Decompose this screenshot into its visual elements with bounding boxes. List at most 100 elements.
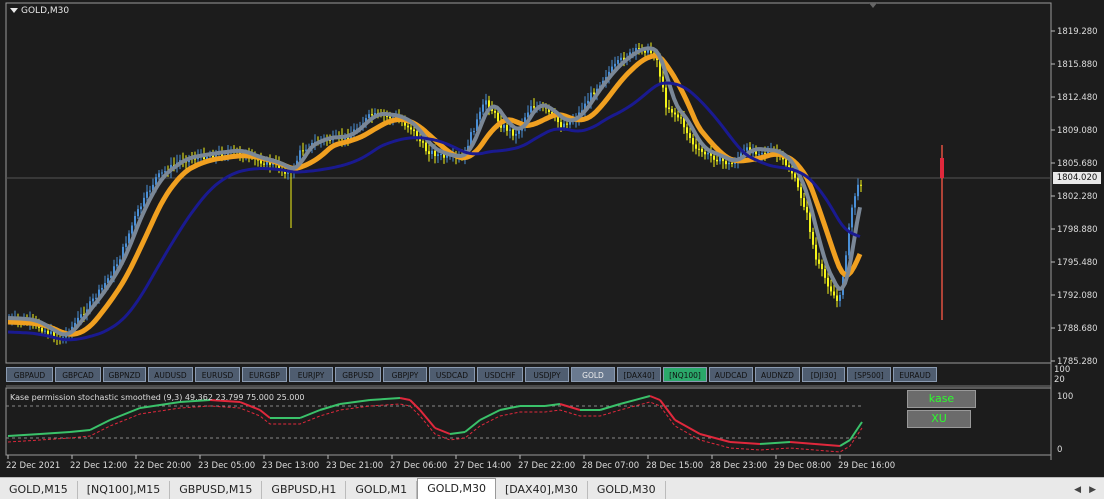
time-tick-label: 23 Dec 13:00 (262, 461, 319, 471)
candle-body (497, 112, 499, 122)
candle-body (821, 263, 823, 270)
symbol-button-gbpcad[interactable]: GBPCAD (55, 367, 101, 382)
symbol-button-gbpusd[interactable]: GBPUSD (335, 367, 381, 382)
symbol-button-euraud[interactable]: EURAUD (893, 367, 937, 382)
divider-label-20: 20 (1054, 375, 1065, 385)
candle-body (704, 151, 706, 155)
candle-body (425, 142, 427, 152)
symbol-button-nq100[interactable]: [NQ100] (663, 367, 707, 382)
symbol-button-dax40[interactable]: [DAX40] (617, 367, 661, 382)
candle-body (140, 206, 142, 210)
tab-goldm1[interactable]: GOLD,M1 (346, 481, 418, 499)
candle-body (299, 150, 301, 161)
candle-body (836, 295, 838, 301)
candle-body (428, 151, 430, 154)
symbol-button-gbpaud[interactable]: GBPAUD (6, 367, 53, 382)
price-tick-label: 1812.480 (1057, 93, 1098, 103)
candle-body (830, 286, 832, 292)
stochastic-main-line (814, 443, 841, 447)
symbol-button-usdjpy[interactable]: USDJPY (525, 367, 569, 382)
symbol-button-sp500[interactable]: [SP500] (847, 367, 891, 382)
signal-marker (940, 158, 944, 178)
tab-gbpusdh1[interactable]: GBPUSD,H1 (262, 481, 347, 499)
candle-body (671, 109, 673, 113)
symbol-button-eurusd[interactable]: EURUSD (195, 367, 240, 382)
symbol-button-audnzd[interactable]: AUDNZD (755, 367, 800, 382)
candle-body (815, 244, 817, 260)
candle-body (92, 298, 94, 302)
candle-body (698, 148, 700, 150)
symbol-button-eurjpy[interactable]: EURJPY (289, 367, 333, 382)
candle-body (440, 154, 442, 156)
indicator-axis-top: 100 (1057, 392, 1073, 402)
candle-body (725, 161, 727, 165)
time-tick-label: 23 Dec 05:00 (198, 461, 255, 471)
xu-button[interactable]: XU (907, 410, 971, 428)
tab-nq100m15[interactable]: [NQ100],M15 (78, 481, 171, 499)
candle-body (713, 155, 715, 160)
candle-body (134, 216, 136, 226)
candle-body (560, 122, 562, 128)
stochastic-main-line (409, 399, 421, 411)
candle-body (695, 144, 697, 149)
symbol-button-gbpjpy[interactable]: GBPJPY (383, 367, 427, 382)
candle-body (851, 207, 853, 228)
candle-body (101, 287, 103, 290)
candle-body (530, 106, 532, 113)
stochastic-main-line (479, 409, 501, 421)
tab-scroll-arrows: ◀ ▶ (1074, 481, 1104, 499)
symbol-button-audusd[interactable]: AUDUSD (148, 367, 193, 382)
candle-body (689, 133, 691, 139)
candle-body (512, 129, 514, 136)
tab-goldm15[interactable]: GOLD,M15 (0, 481, 78, 499)
stochastic-main-line (599, 403, 621, 411)
kase-button[interactable]: kase (907, 390, 976, 408)
candle-body (809, 212, 811, 232)
chevron-down-icon[interactable] (10, 8, 18, 13)
candle-body (566, 123, 568, 125)
tab-gbpusdm15[interactable]: GBPUSD,M15 (170, 481, 263, 499)
stochastic-main-line (339, 399, 371, 405)
candle-body (707, 152, 709, 155)
symbol-button-usdchf[interactable]: USDCHF (477, 367, 523, 382)
candle-body (617, 60, 619, 64)
stochastic-main-line (649, 395, 661, 401)
stochastic-main-line (839, 439, 851, 447)
candle-body (494, 110, 496, 113)
symbol-button-gold[interactable]: GOLD (571, 367, 615, 382)
symbol-button-usdcad[interactable]: USDCAD (429, 367, 475, 382)
symbol-button-dji30[interactable]: [DJI30] (802, 367, 845, 382)
symbol-button-eurgbp[interactable]: EURGBP (242, 367, 287, 382)
price-tick-label: 1788.680 (1057, 324, 1098, 334)
candle-body (620, 57, 622, 61)
candle-body (50, 331, 52, 334)
candle-body (506, 125, 508, 131)
candle-body (677, 114, 679, 118)
candle-body (812, 231, 814, 245)
tab-scroll-right-icon[interactable]: ▶ (1089, 481, 1096, 499)
candle-body (668, 107, 670, 110)
time-tick-label: 22 Dec 2021 (6, 461, 60, 471)
symbol-button-audcad[interactable]: AUDCAD (709, 367, 753, 382)
candle-body (410, 127, 412, 130)
moving-average-gray (7, 46, 862, 337)
tab-goldm30[interactable]: GOLD,M30 (417, 478, 496, 499)
candle-body (389, 116, 391, 119)
time-tick-label: 27 Dec 06:00 (390, 461, 447, 471)
chart-title[interactable]: GOLD,M30 (10, 6, 69, 16)
stochastic-main-line (434, 427, 451, 435)
tab-scroll-left-icon[interactable]: ◀ (1074, 481, 1081, 499)
tab-dax40m30[interactable]: [DAX40],M30 (496, 481, 588, 499)
candle-body (137, 209, 139, 217)
candle-body (803, 198, 805, 207)
stochastic-main-line (89, 419, 111, 431)
moving-average-navy (7, 81, 861, 342)
stochastic-main-line (659, 399, 676, 421)
time-tick-label: 28 Dec 15:00 (646, 461, 703, 471)
candle-body (806, 206, 808, 213)
candle-body (533, 106, 535, 108)
symbol-button-gbpnzd[interactable]: GBPNZD (103, 367, 146, 382)
tab-goldm30[interactable]: GOLD,M30 (588, 481, 666, 499)
candle-body (686, 127, 688, 134)
candle-body (518, 130, 520, 134)
